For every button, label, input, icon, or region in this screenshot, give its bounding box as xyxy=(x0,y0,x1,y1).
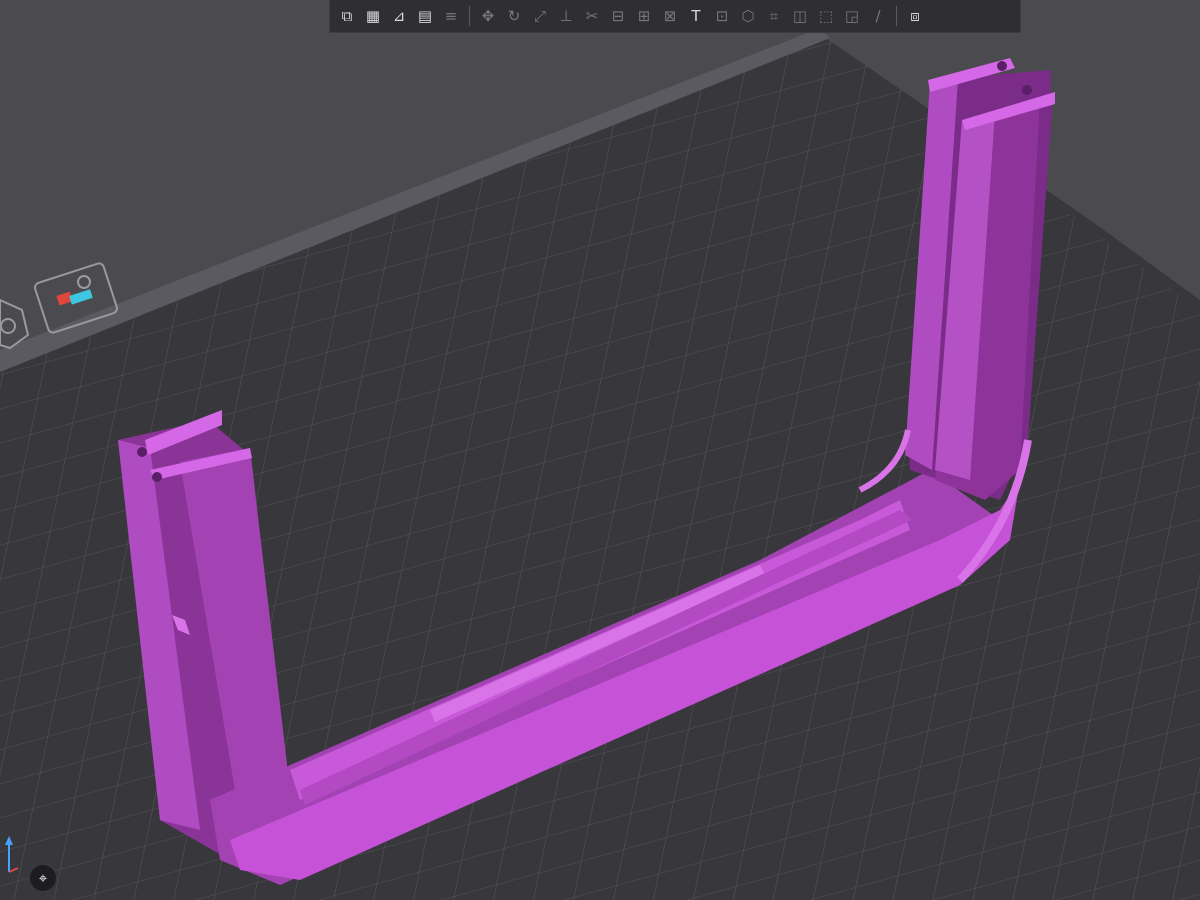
view-settings-icon[interactable]: ⧈ xyxy=(904,4,926,28)
top-toolbar: ⧉ ▦ ⊿ ▤ ≡ ✥ ↻ ⤢ ⊥ ✂ ⊟ ⊞ ⊠ T ⊡ ⬡ ⌗ ◫ ⬚ ◲ ∕ ⧈ xyxy=(329,0,1021,33)
text-icon[interactable]: T xyxy=(685,4,707,28)
measure-icon[interactable]: ⊡ xyxy=(711,4,733,28)
scale-icon[interactable]: ⤢ xyxy=(529,4,551,28)
orient-icon[interactable]: ⊿ xyxy=(388,4,410,28)
3d-viewport[interactable] xyxy=(0,0,1200,900)
assembly-icon[interactable]: ⬡ xyxy=(737,4,759,28)
seam-paint-icon[interactable]: ⊞ xyxy=(633,4,655,28)
color-paint-icon[interactable]: ⊠ xyxy=(659,4,681,28)
drill-icon[interactable]: ∕ xyxy=(867,4,889,28)
plate-layout-icon[interactable]: ▤ xyxy=(414,4,436,28)
emboss-icon[interactable]: ⬚ xyxy=(815,4,837,28)
rotate-icon[interactable]: ↻ xyxy=(503,4,525,28)
arrange-icon[interactable]: ▦ xyxy=(362,4,384,28)
cut-icon[interactable]: ✂ xyxy=(581,4,603,28)
boolean-icon[interactable]: ◫ xyxy=(789,4,811,28)
toolbar-separator xyxy=(469,6,470,26)
support-paint-icon[interactable]: ⊟ xyxy=(607,4,629,28)
hollow-icon[interactable]: ◲ xyxy=(841,4,863,28)
fit-view-button[interactable]: ⌖ xyxy=(29,864,57,892)
split-icon[interactable]: ⌗ xyxy=(763,4,785,28)
toolbar-separator xyxy=(896,6,897,26)
lay-flat-icon[interactable]: ⊥ xyxy=(555,4,577,28)
move-icon[interactable]: ✥ xyxy=(477,4,499,28)
layers-icon[interactable]: ≡ xyxy=(440,4,462,28)
add-icon[interactable]: ⧉ xyxy=(336,4,358,28)
